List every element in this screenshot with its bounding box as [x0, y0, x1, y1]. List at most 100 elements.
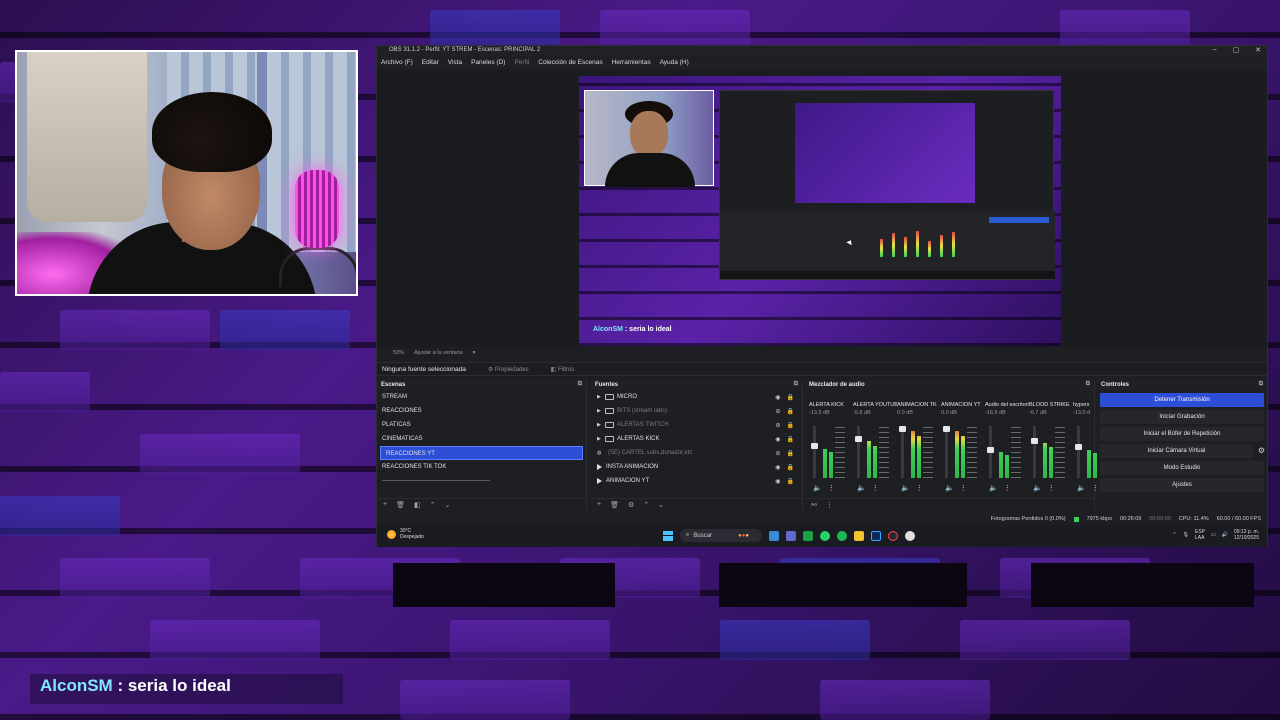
more-icon[interactable]: ⋮ [960, 484, 967, 492]
start-replay-buffer-button[interactable]: Iniciar el Búfer de Repetición [1100, 427, 1264, 441]
add-scene-icon[interactable]: + [383, 501, 387, 508]
eye-icon[interactable]: ◉ [775, 436, 780, 443]
taskbar-search[interactable]: ⌕ Buscar ●●● [680, 529, 762, 542]
source-item[interactable]: INSTA ANIMACION ◉ 🔒 [591, 460, 802, 474]
source-item[interactable]: ◍ (SE) CARTEL subs,donador,etc ⊘ 🔒 [591, 446, 802, 460]
volume-slider[interactable] [1077, 426, 1080, 478]
network-icon[interactable]: ▭ [1211, 532, 1216, 538]
mic-tray-icon[interactable]: 🎙 [1183, 532, 1189, 538]
chevron-down-icon[interactable]: ▾ [473, 350, 476, 356]
expand-icon[interactable]: ▶ [597, 436, 605, 442]
filters-button[interactable]: ◧ Filtros [551, 366, 575, 373]
lock-icon[interactable]: 🔒 [787, 422, 794, 429]
volume-slider-handle[interactable] [943, 426, 950, 432]
lock-icon[interactable]: 🔒 [787, 450, 794, 457]
scene-item[interactable]: REACCIONES TIK TOK [377, 460, 586, 474]
volume-slider-handle[interactable] [855, 436, 862, 442]
settings-button[interactable]: Ajustes [1100, 478, 1264, 492]
scene-item[interactable]: STREAM [377, 390, 586, 404]
clock[interactable]: 09:12 p. m. 12/10/2025 [1234, 529, 1259, 541]
speaker-icon[interactable]: 🔈 [901, 484, 910, 492]
move-up-icon[interactable]: ⌃ [430, 501, 436, 509]
lock-icon[interactable]: 🔒 [787, 464, 794, 471]
gear-icon[interactable]: ⚙ [1258, 444, 1265, 458]
more-icon[interactable]: ⋮ [872, 484, 879, 492]
trash-icon[interactable]: 🗑 [610, 501, 619, 509]
expand-icon[interactable]: ▶ [597, 408, 605, 414]
expand-icon[interactable]: ▶ [597, 422, 605, 428]
menu-coleccion[interactable]: Colección de Escenas [538, 59, 602, 66]
volume-slider-handle[interactable] [899, 426, 906, 432]
undock-icon[interactable]: ⧉ [794, 381, 798, 388]
lock-icon[interactable]: 🔒 [787, 436, 794, 443]
speaker-icon[interactable]: 🔈 [1077, 484, 1086, 492]
menu-herramientas[interactable]: Herramientas [612, 59, 651, 66]
obs-taskbar-icon[interactable] [888, 530, 898, 541]
lock-icon[interactable]: 🔒 [787, 408, 794, 415]
move-up-icon[interactable]: ⌃ [643, 501, 649, 509]
close-button[interactable]: ✕ [1255, 46, 1261, 54]
stop-stream-button[interactable]: Detener Transmisión [1100, 393, 1264, 407]
scene-item[interactable]: REACCIONES [377, 404, 586, 418]
volume-slider[interactable] [901, 426, 904, 478]
volume-slider[interactable] [813, 426, 816, 478]
menu-vista[interactable]: Vista [448, 59, 462, 66]
whatsapp-icon[interactable] [820, 530, 830, 541]
volume-icon[interactable]: 🔊 [1222, 532, 1228, 538]
minimize-button[interactable]: – [1213, 46, 1217, 54]
eye-icon[interactable]: ◉ [775, 464, 780, 471]
eye-icon[interactable]: ◉ [775, 478, 780, 485]
lock-icon[interactable]: 🔒 [787, 394, 794, 401]
menu-ayuda[interactable]: Ayuda (H) [660, 59, 689, 66]
file-explorer-icon[interactable] [854, 530, 864, 541]
volume-slider[interactable] [857, 426, 860, 478]
windows-start-icon[interactable] [663, 530, 673, 541]
speaker-icon[interactable]: 🔈 [945, 484, 954, 492]
more-icon[interactable]: ⋮ [826, 501, 833, 509]
menu-archivo[interactable]: Archivo (F) [381, 59, 413, 66]
volume-slider-handle[interactable] [987, 447, 994, 453]
scene-item[interactable]: PLATICAS [377, 418, 586, 432]
zoom-level[interactable]: 53% [393, 350, 404, 356]
eye-hidden-icon[interactable]: ⊘ [775, 408, 780, 415]
source-item[interactable]: ▶ MICRO ◉ 🔒 [591, 390, 802, 404]
scene-item[interactable]: CINEMATICAS [377, 432, 586, 446]
volume-slider[interactable] [1033, 426, 1036, 478]
volume-slider[interactable] [945, 426, 948, 478]
move-down-icon[interactable]: ⌄ [658, 501, 664, 509]
zoom-fit[interactable]: Ajustar a la ventana [414, 350, 463, 356]
filter-icon[interactable]: ◧ [414, 501, 421, 509]
eye-icon[interactable]: ◉ [775, 394, 780, 401]
more-icon[interactable]: ⋮ [916, 484, 923, 492]
weather-widget[interactable]: 30°C Despejado [387, 528, 424, 540]
studio-mode-button[interactable]: Modo Estudio [1100, 461, 1264, 475]
volume-slider-handle[interactable] [1075, 444, 1082, 450]
speaker-icon[interactable]: 🔈 [989, 484, 998, 492]
menu-perfil[interactable]: Perfil [514, 59, 529, 66]
lock-icon[interactable]: 🔒 [787, 478, 794, 485]
undock-icon[interactable]: ⧉ [1086, 381, 1090, 388]
trash-icon[interactable]: 🗑 [396, 501, 405, 509]
chevron-up-icon[interactable]: ⌃ [1172, 532, 1176, 538]
undock-icon[interactable]: ⧉ [1259, 381, 1263, 388]
volume-slider-handle[interactable] [1031, 438, 1038, 444]
speaker-icon[interactable]: 🔈 [857, 484, 866, 492]
menu-paneles[interactable]: Paneles (D) [471, 59, 505, 66]
xbox-icon[interactable] [803, 530, 813, 541]
scene-item-selected[interactable]: REACCIONES YT [380, 446, 583, 460]
properties-button[interactable]: ⚙ Propiedades [488, 366, 529, 373]
start-recording-button[interactable]: Iniciar Grabación [1100, 410, 1264, 424]
spotify-icon[interactable] [837, 530, 847, 541]
more-icon[interactable]: ⋮ [1004, 484, 1011, 492]
preview-canvas[interactable]: AlconSM : seria lo ideal [579, 76, 1061, 346]
language-indicator[interactable]: ESP LAA [1195, 529, 1205, 541]
speaker-icon[interactable]: 🔈 [813, 484, 822, 492]
photoshop-icon[interactable] [871, 530, 881, 541]
maximize-button[interactable]: ▢ [1233, 46, 1240, 54]
link-icon[interactable]: ⚯ [811, 501, 817, 509]
source-item[interactable]: ▶ ALERTAS TWITCH ⊘ 🔒 [591, 418, 802, 432]
more-icon[interactable]: ⋮ [828, 484, 835, 492]
discord-icon[interactable] [786, 530, 796, 541]
source-item[interactable]: ▶ ALERTAS KICK ◉ 🔒 [591, 432, 802, 446]
vscode-icon[interactable] [769, 530, 779, 541]
